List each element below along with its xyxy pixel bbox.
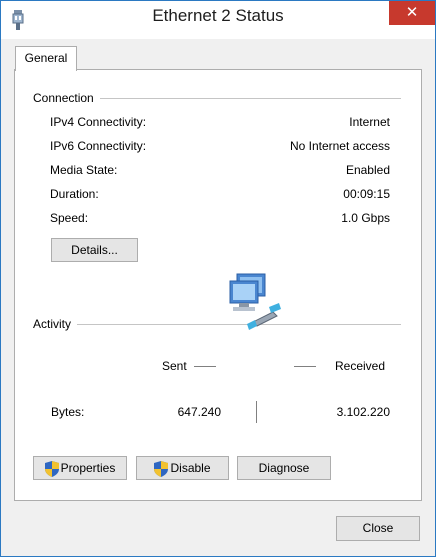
bytes-divider xyxy=(256,401,257,423)
media-state-value: Enabled xyxy=(345,163,390,177)
received-label: Received xyxy=(335,359,386,373)
media-state-label: Media State: xyxy=(50,163,118,177)
tab-general[interactable]: General xyxy=(15,46,77,71)
activity-group-title: Activity xyxy=(33,317,78,331)
ipv6-value: No Internet access xyxy=(289,139,390,153)
network-computers-icon xyxy=(229,273,281,330)
sent-label: Sent xyxy=(162,359,187,373)
connection-group-title: Connection xyxy=(33,91,100,105)
speed-label: Speed: xyxy=(50,211,89,225)
speed-value: 1.0 Gbps xyxy=(341,211,390,225)
ipv4-value: Internet xyxy=(349,115,390,129)
uac-shield-icon xyxy=(154,460,169,477)
close-icon: ✕ xyxy=(405,4,419,21)
bytes-received-value: 3.102.220 xyxy=(336,405,390,419)
disable-label: Disable xyxy=(170,461,211,475)
details-button[interactable]: Details... xyxy=(51,238,138,262)
diagnose-button[interactable]: Diagnose xyxy=(237,456,331,480)
properties-button[interactable]: Properties xyxy=(33,456,127,480)
duration-value: 00:09:15 xyxy=(343,187,390,201)
duration-label: Duration: xyxy=(50,187,99,201)
title-bar[interactable]: Ethernet 2 Status ✕ xyxy=(1,1,435,39)
ipv4-label: IPv4 Connectivity: xyxy=(50,115,147,129)
window-title: Ethernet 2 Status xyxy=(152,6,284,25)
received-dash xyxy=(294,366,316,367)
sent-dash xyxy=(194,366,216,367)
bytes-label: Bytes: xyxy=(51,405,85,419)
uac-shield-icon xyxy=(44,460,59,477)
status-window: Ethernet 2 Status ✕ General Connection I… xyxy=(0,0,436,557)
properties-label: Properties xyxy=(60,461,116,475)
ipv6-label: IPv6 Connectivity: xyxy=(50,139,147,153)
bytes-sent-value: 647.240 xyxy=(177,405,221,419)
window-close-button[interactable]: ✕ xyxy=(389,1,435,25)
disable-button[interactable]: Disable xyxy=(136,456,229,480)
close-button[interactable]: Close xyxy=(336,516,420,541)
